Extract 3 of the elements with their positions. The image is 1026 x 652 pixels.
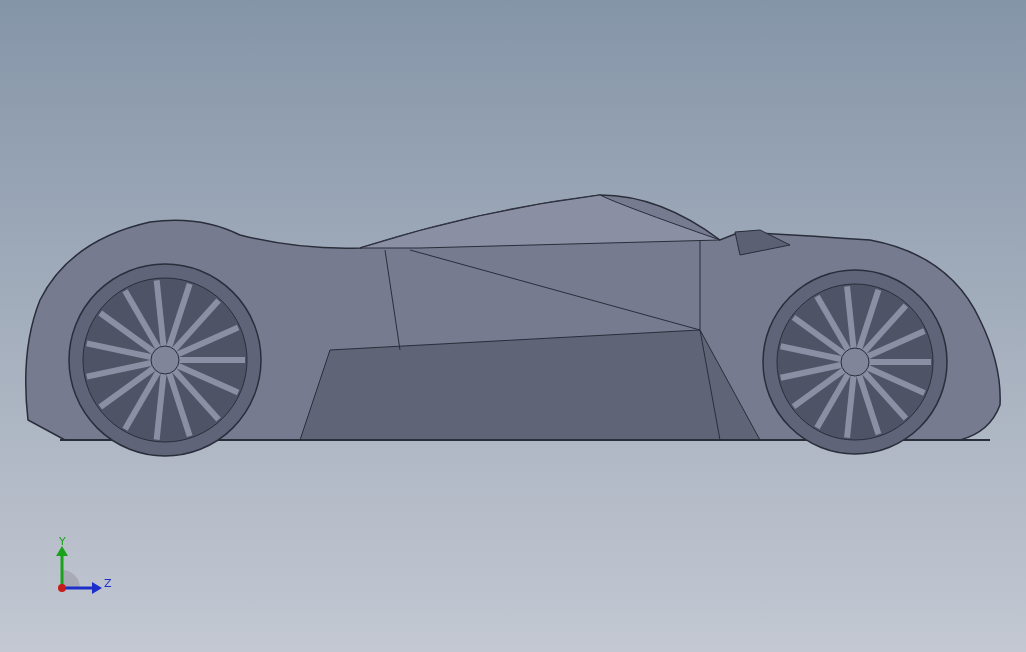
- axis-label: Z: [104, 577, 112, 590]
- axis-triad-icon: [56, 546, 102, 594]
- axis-label: Y: [59, 535, 66, 548]
